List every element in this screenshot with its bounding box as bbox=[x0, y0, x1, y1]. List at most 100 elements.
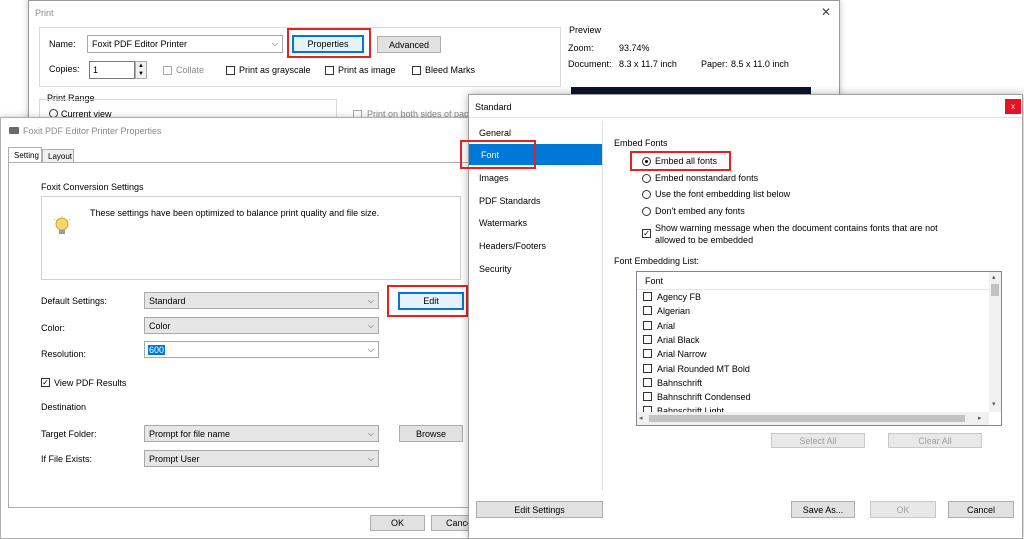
advanced-button[interactable]: Advanced bbox=[377, 36, 441, 53]
document-value: 8.3 x 11.7 inch bbox=[619, 59, 677, 69]
scroll-left-icon[interactable]: ◂ bbox=[639, 414, 643, 422]
props-ok-button[interactable]: OK bbox=[370, 515, 425, 531]
standard-ok-button[interactable]: OK bbox=[870, 501, 936, 518]
as-image-checkbox[interactable] bbox=[325, 66, 334, 75]
nav-item-headers-footers[interactable]: Headers/Footers bbox=[477, 235, 600, 256]
color-label: Color: bbox=[41, 323, 66, 333]
nav-item-pdf-standards[interactable]: PDF Standards bbox=[477, 190, 600, 211]
warning-label-line2: allowed to be embedded bbox=[655, 235, 754, 245]
if-exists-select[interactable]: Prompt User ⌵ bbox=[144, 450, 379, 467]
copies-stepper[interactable]: ▲ ▼ bbox=[135, 61, 147, 79]
paper-value: 8.5 x 11.0 inch bbox=[731, 59, 789, 69]
chevron-down-icon: ⌵ bbox=[271, 39, 278, 48]
use-list-radio[interactable] bbox=[642, 190, 651, 199]
table-row[interactable]: Algerian bbox=[637, 304, 987, 318]
font-name: Arial Narrow bbox=[657, 349, 707, 360]
font-checkbox[interactable] bbox=[643, 392, 652, 402]
copies-label: Copies: bbox=[49, 64, 80, 74]
grayscale-checkbox[interactable] bbox=[226, 66, 235, 75]
font-checkbox[interactable] bbox=[643, 320, 652, 330]
font-list: Font Agency FB Algerian Arial Arial Black Ar… bbox=[636, 271, 1002, 426]
warning-checkbox[interactable]: ✓ bbox=[642, 229, 651, 238]
nav-item-watermarks-label: Watermarks bbox=[479, 217, 528, 228]
table-row[interactable]: Bahnschrift Condensed bbox=[637, 390, 987, 404]
font-name: Arial bbox=[657, 320, 676, 331]
nav-item-watermarks[interactable]: Watermarks bbox=[477, 212, 600, 233]
default-settings-select[interactable]: Standard ⌵ bbox=[144, 292, 379, 309]
info-text: These settings have been optimized to ba… bbox=[90, 208, 380, 218]
zoom-label: Zoom: bbox=[568, 43, 594, 53]
target-folder-value: Prompt for file name bbox=[149, 428, 231, 439]
font-checkbox[interactable] bbox=[643, 306, 652, 316]
table-row[interactable]: Arial bbox=[637, 319, 987, 333]
table-row[interactable]: Arial Narrow bbox=[637, 347, 987, 361]
font-checkbox[interactable] bbox=[643, 334, 652, 344]
vertical-scrollbar[interactable]: ▴ ▾ bbox=[989, 272, 1001, 412]
font-name: Bahnschrift Condensed bbox=[657, 392, 751, 403]
target-folder-select[interactable]: Prompt for file name ⌵ bbox=[144, 425, 379, 442]
nav-item-pdf-standards-label: PDF Standards bbox=[479, 195, 541, 206]
scroll-thumb[interactable] bbox=[991, 284, 999, 296]
if-exists-value: Prompt User bbox=[149, 453, 200, 464]
standard-dialog: Standard x General Font Images PDF Stand… bbox=[460, 94, 1023, 539]
font-checkbox[interactable] bbox=[643, 377, 652, 387]
use-list-label: Use the font embedding list below bbox=[655, 189, 791, 199]
table-row[interactable]: Arial Black bbox=[637, 333, 987, 347]
font-checkbox[interactable] bbox=[643, 363, 652, 373]
color-select[interactable]: Color ⌵ bbox=[144, 317, 379, 334]
chevron-down-icon: ⌵ bbox=[367, 320, 374, 330]
chevron-down-icon: ⌵ bbox=[367, 453, 374, 463]
table-row[interactable]: Bahnschrift Light bbox=[637, 404, 987, 412]
warning-label-line1: Show warning message when the document c… bbox=[655, 223, 938, 233]
properties-dialog: Foxit PDF Editor Printer Properties Sett… bbox=[0, 117, 486, 539]
print-close-icon[interactable]: ✕ bbox=[821, 5, 831, 19]
embed-all-highlight bbox=[630, 151, 731, 171]
standard-cancel-button[interactable]: Cancel bbox=[948, 501, 1014, 518]
nav-item-security[interactable]: Security bbox=[477, 258, 600, 279]
standard-close-button[interactable]: x bbox=[1005, 99, 1021, 114]
preview-label: Preview bbox=[569, 25, 602, 35]
browse-button[interactable]: Browse bbox=[399, 425, 463, 442]
printer-icon bbox=[9, 127, 19, 134]
font-checkbox[interactable] bbox=[643, 349, 652, 359]
nav-item-security-label: Security bbox=[479, 263, 512, 274]
print-dialog-title: Print bbox=[35, 8, 54, 18]
chevron-down-icon: ⌵ bbox=[367, 344, 374, 354]
bleed-checkbox[interactable] bbox=[412, 66, 421, 75]
hscroll-thumb[interactable] bbox=[649, 415, 965, 422]
table-row[interactable]: Bahnschrift bbox=[637, 376, 987, 390]
dont-embed-radio[interactable] bbox=[642, 207, 651, 216]
as-image-label: Print as image bbox=[338, 65, 396, 75]
embed-nonstandard-radio[interactable] bbox=[642, 174, 651, 183]
collate-checkbox[interactable] bbox=[163, 66, 172, 75]
edit-settings-button[interactable]: Edit Settings bbox=[476, 501, 603, 518]
font-checkbox[interactable] bbox=[643, 292, 652, 301]
view-pdf-checkbox[interactable]: ✓ bbox=[41, 378, 50, 387]
nav-item-images[interactable]: Images bbox=[477, 167, 600, 188]
tab-layout-label: Layout bbox=[48, 152, 73, 161]
table-row[interactable]: Arial Rounded MT Bold bbox=[637, 362, 987, 376]
font-name: Algerian bbox=[657, 306, 691, 317]
tab-setting[interactable]: Setting bbox=[8, 147, 42, 162]
conversion-settings-label: Foxit Conversion Settings bbox=[41, 182, 144, 192]
horizontal-scrollbar[interactable]: ◂ ▸ bbox=[637, 412, 989, 425]
scroll-right-icon[interactable]: ▸ bbox=[978, 414, 982, 422]
font-list-header-label: Font bbox=[645, 276, 664, 286]
scroll-down-icon[interactable]: ▾ bbox=[992, 400, 996, 408]
font-name: Arial Rounded MT Bold bbox=[657, 363, 750, 374]
copies-input[interactable]: 1 bbox=[89, 61, 135, 79]
scroll-up-icon[interactable]: ▴ bbox=[992, 273, 996, 281]
font-name: Agency FB bbox=[657, 292, 702, 302]
target-folder-label: Target Folder: bbox=[41, 429, 97, 439]
tab-layout[interactable]: Layout bbox=[42, 149, 74, 162]
resolution-select[interactable]: 600 ⌵ bbox=[144, 341, 379, 358]
font-list-header[interactable]: Font bbox=[637, 272, 991, 290]
font-list-label: Font Embedding List: bbox=[614, 256, 700, 266]
save-as-button[interactable]: Save As... bbox=[791, 501, 855, 518]
view-pdf-label: View PDF Results bbox=[54, 378, 127, 388]
table-row[interactable]: Agency FB bbox=[637, 290, 987, 304]
clear-all-button[interactable]: Clear All bbox=[888, 433, 982, 448]
printer-select[interactable]: Foxit PDF Editor Printer ⌵ bbox=[87, 35, 283, 53]
select-all-button[interactable]: Select All bbox=[771, 433, 865, 448]
edit-highlight bbox=[387, 285, 468, 317]
